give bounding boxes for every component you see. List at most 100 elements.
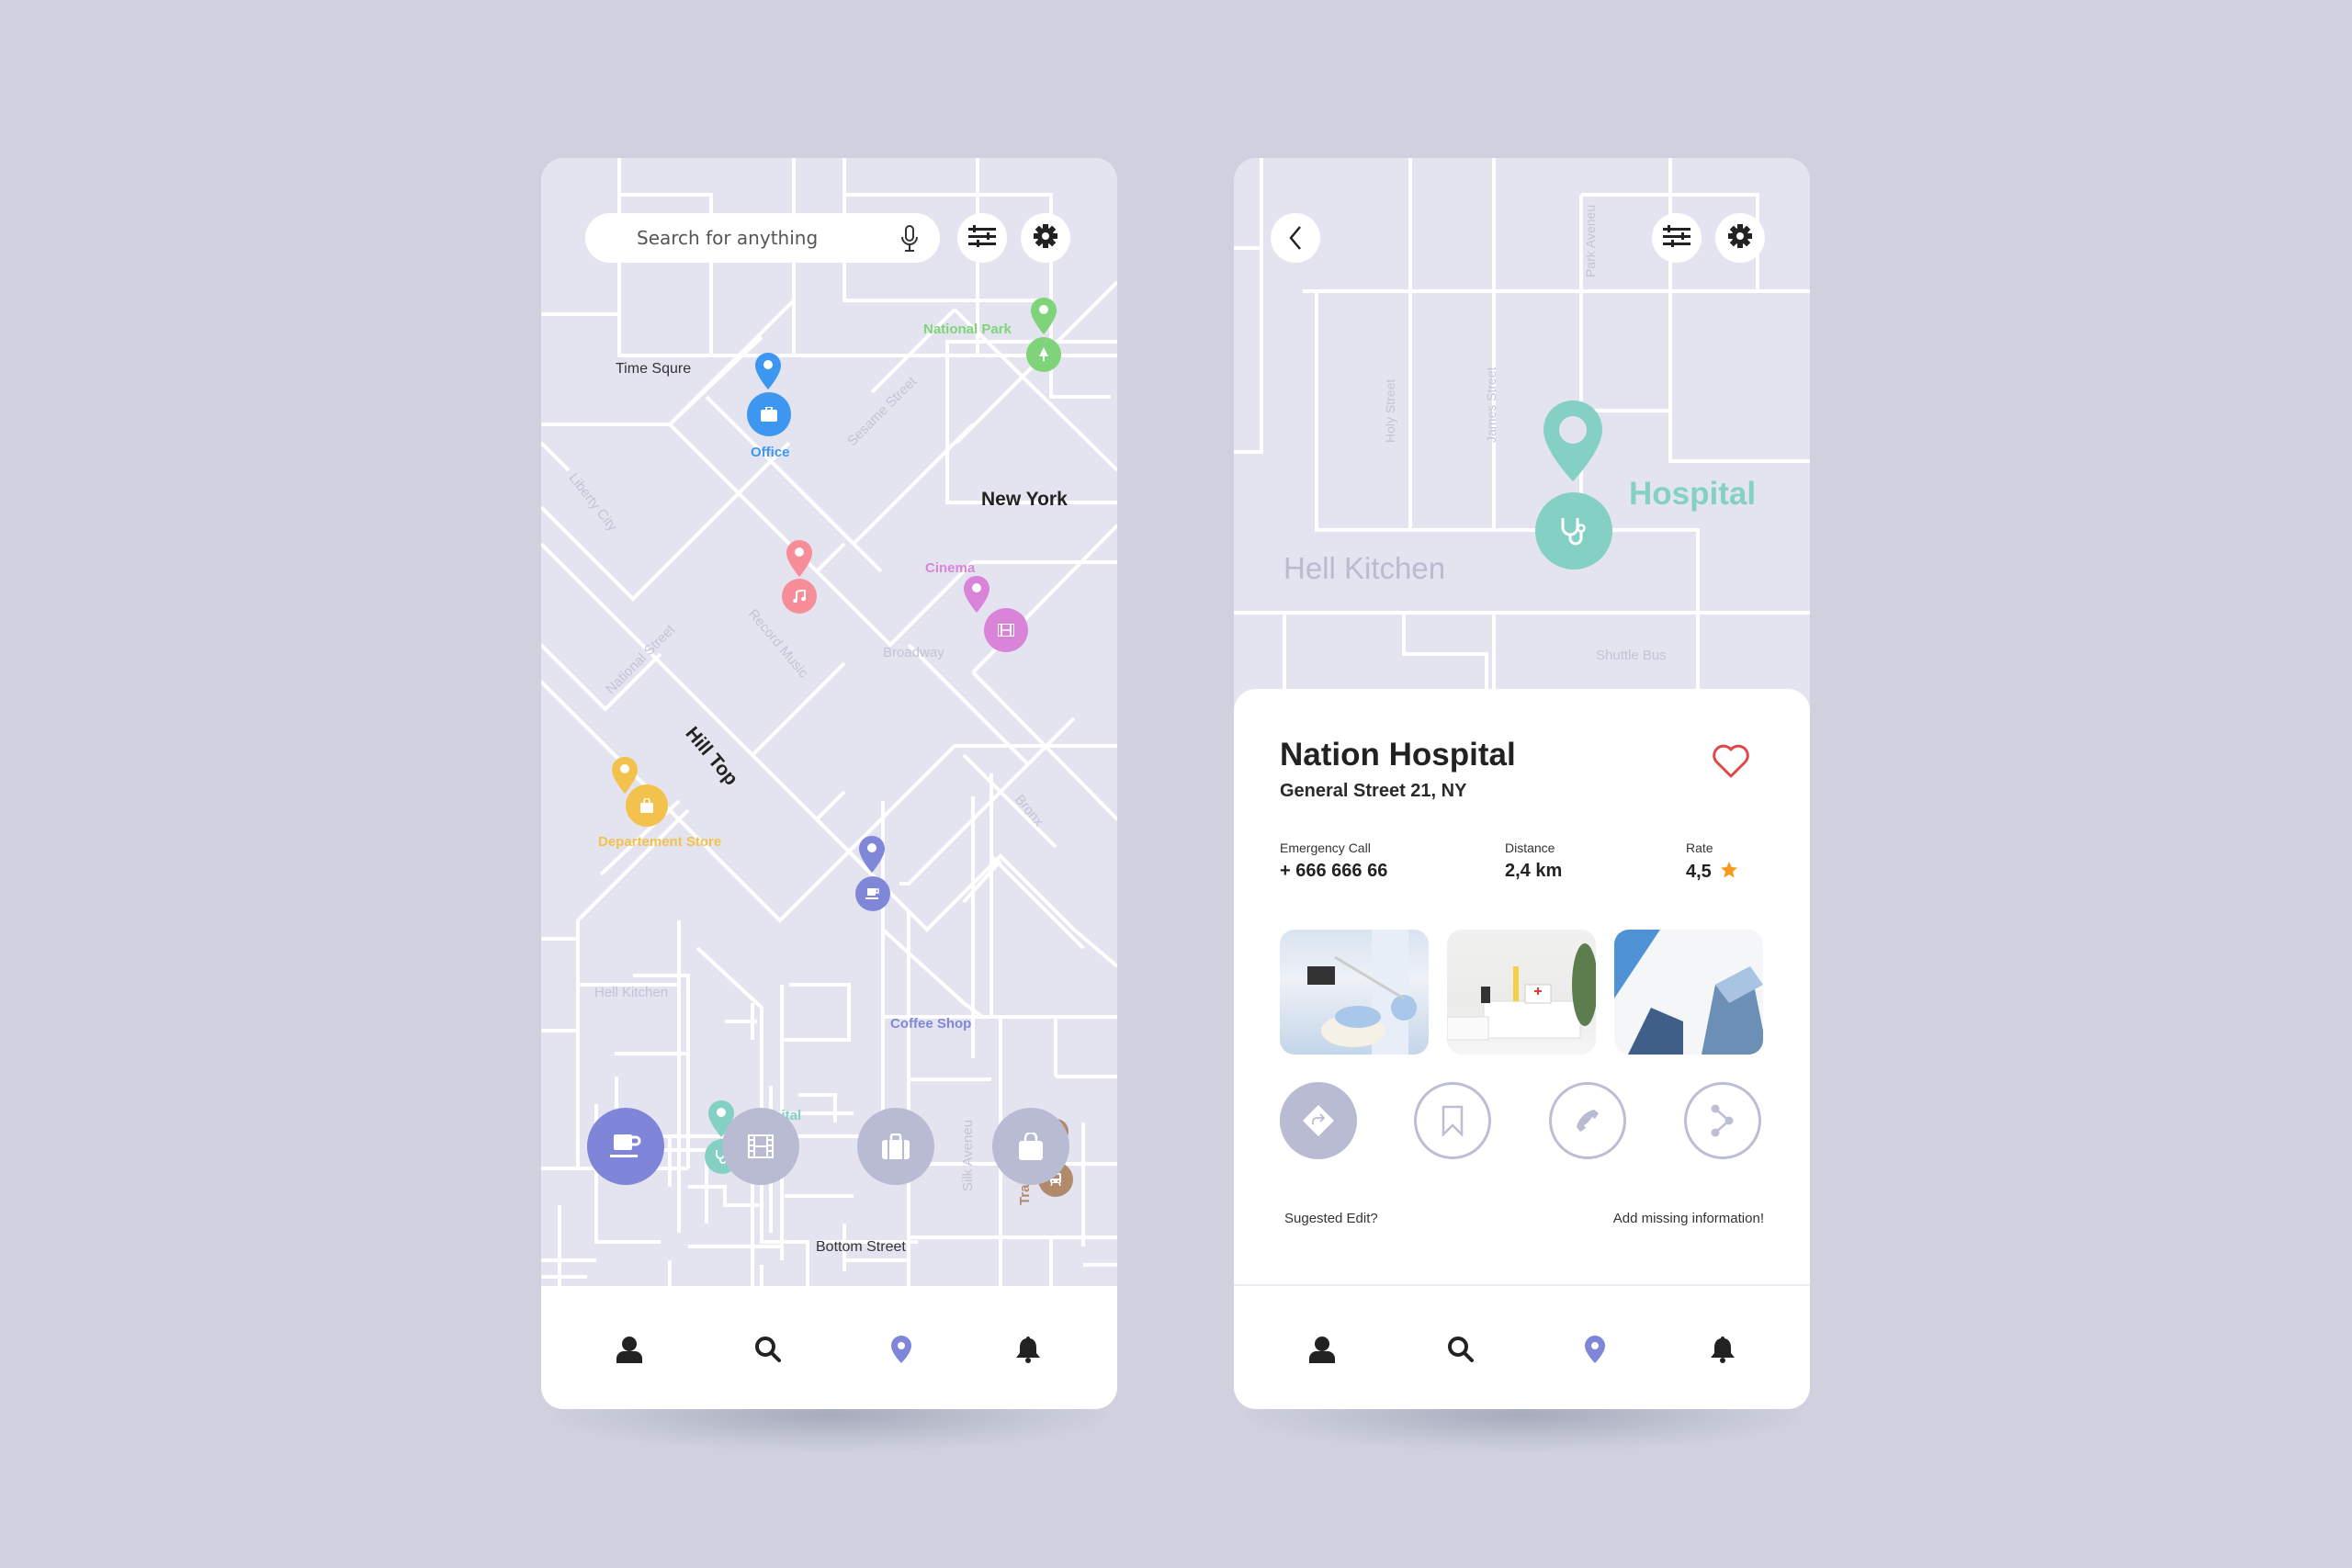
poi-hospital[interactable]	[1535, 492, 1612, 570]
place-detail-screen: Park Aveneu Holy Street James Street Hel…	[1234, 158, 1810, 1409]
nav-profile[interactable]	[606, 1326, 652, 1372]
nav-map[interactable]	[1572, 1326, 1618, 1372]
map-screen: Time Squre New York Hill Top Sesame Stre…	[541, 158, 1117, 1409]
directions-icon	[1303, 1105, 1334, 1136]
coffee-cup-icon	[865, 888, 879, 899]
nav-map[interactable]	[878, 1326, 924, 1372]
location-pin-icon	[1585, 1336, 1605, 1363]
bottom-navigation	[541, 1286, 1117, 1409]
directions-button[interactable]	[1280, 1082, 1357, 1159]
poi-department-store[interactable]	[626, 784, 668, 827]
map-label-new-york: New York	[981, 489, 1068, 510]
category-office-button[interactable]	[857, 1108, 934, 1185]
music-note-icon	[793, 590, 806, 603]
category-shopping-button[interactable]	[992, 1108, 1069, 1185]
settings-button[interactable]	[1715, 213, 1765, 263]
stat-value-emergency[interactable]: + 666 666 66	[1280, 861, 1387, 882]
rating-value: 4,5	[1686, 862, 1712, 882]
stat-value-rate: 4,5	[1686, 861, 1738, 883]
share-icon	[1711, 1104, 1734, 1137]
tree-icon	[1039, 347, 1048, 361]
location-pin-icon[interactable]	[859, 836, 885, 873]
star-icon	[1721, 862, 1738, 878]
shopping-bag-icon	[1019, 1133, 1043, 1160]
poi-label-office: Office	[751, 445, 790, 460]
heart-icon	[1713, 744, 1749, 778]
search-icon	[1448, 1337, 1474, 1362]
map-label-james-street: James Street	[1484, 367, 1498, 443]
location-pin-icon[interactable]	[964, 576, 989, 613]
map-label-hell-kitchen: Hell Kitchen	[594, 985, 669, 1000]
nav-notifications[interactable]	[1005, 1326, 1051, 1372]
film-icon	[748, 1134, 774, 1158]
poi-coffee-shop[interactable]	[855, 876, 890, 911]
place-title: Nation Hospital	[1280, 737, 1516, 773]
nav-notifications[interactable]	[1700, 1326, 1746, 1372]
map-label-time-square: Time Squre	[616, 361, 692, 377]
search-input[interactable]	[635, 226, 877, 250]
poi-office[interactable]	[747, 392, 791, 436]
map-label-bottom-street: Bottom Street	[816, 1239, 906, 1255]
stat-label-rate: Rate	[1686, 840, 1713, 855]
stat-value-distance: 2,4 km	[1505, 861, 1563, 881]
skyscraper-photo[interactable]	[1614, 930, 1763, 1055]
nav-search[interactable]	[1438, 1326, 1484, 1372]
bell-icon	[1711, 1337, 1735, 1363]
filter-button[interactable]	[957, 213, 1007, 263]
map-label-holy-street: Holy Street	[1383, 378, 1397, 443]
medical-room-photo[interactable]	[1447, 930, 1596, 1055]
add-missing-info-link[interactable]: Add missing information!	[1613, 1211, 1764, 1226]
briefcase-icon	[761, 407, 777, 422]
coffee-cup-icon	[610, 1134, 641, 1157]
poi-label-coffee-shop: Coffee Shop	[890, 1016, 972, 1032]
favorite-button[interactable]	[1712, 744, 1750, 784]
place-detail-card: Nation Hospital General Street 21, NY Em…	[1234, 689, 1810, 1286]
location-pin-icon	[891, 1336, 911, 1363]
dental-clinic-photo[interactable]	[1280, 930, 1429, 1055]
filter-button[interactable]	[1652, 213, 1702, 263]
place-address: General Street 21, NY	[1280, 781, 1467, 801]
sliders-icon	[1663, 224, 1690, 252]
location-pin-icon[interactable]	[786, 540, 812, 577]
poi-label-department-store: Departement Store	[598, 834, 722, 850]
bell-icon	[1016, 1337, 1040, 1363]
bottom-navigation	[1234, 1286, 1810, 1409]
gear-icon	[1033, 223, 1058, 254]
phone-icon	[1577, 1110, 1599, 1132]
category-coffee-button[interactable]	[587, 1108, 664, 1185]
location-pin-icon[interactable]	[1031, 298, 1057, 334]
poi-national-park[interactable]	[1026, 337, 1061, 372]
map-label-park-avenue: Park Aveneu	[1583, 204, 1598, 277]
bookmark-icon	[1442, 1105, 1464, 1136]
location-pin-icon[interactable]	[1544, 400, 1602, 481]
poi-label-national-park: National Park	[923, 321, 1012, 337]
settings-button[interactable]	[1021, 213, 1070, 263]
save-button[interactable]	[1414, 1082, 1491, 1159]
poi-label-cinema: Cinema	[925, 560, 976, 576]
search-bar[interactable]	[585, 213, 940, 263]
stat-label-distance: Distance	[1505, 840, 1555, 855]
microphone-icon[interactable]	[899, 225, 920, 257]
suggest-edit-link[interactable]: Sugested Edit?	[1284, 1211, 1378, 1226]
map-label-hell-kitchen: Hell Kitchen	[1283, 551, 1446, 585]
stat-label-emergency: Emergency Call	[1280, 840, 1371, 855]
map-label-shuttle-bus: Shuttle Bus	[1596, 648, 1667, 663]
nav-profile[interactable]	[1299, 1326, 1345, 1372]
user-icon	[616, 1337, 642, 1363]
poi-record-music[interactable]	[782, 579, 817, 614]
share-button[interactable]	[1684, 1082, 1761, 1159]
category-cinema-button[interactable]	[722, 1108, 799, 1185]
poi-cinema[interactable]	[984, 608, 1028, 652]
map-label-hospital: Hospital	[1629, 476, 1757, 512]
gear-icon	[1727, 223, 1753, 254]
call-button[interactable]	[1549, 1082, 1626, 1159]
search-icon	[755, 1337, 781, 1362]
location-pin-icon[interactable]	[755, 353, 781, 389]
briefcase-icon	[882, 1134, 910, 1159]
sliders-icon	[968, 224, 996, 252]
shopping-bag-icon	[640, 798, 653, 813]
back-button[interactable]	[1271, 213, 1320, 263]
map-label-silk-avenue: Silk Aveneu	[960, 1119, 976, 1191]
chevron-left-icon	[1289, 226, 1301, 250]
nav-search[interactable]	[745, 1326, 791, 1372]
